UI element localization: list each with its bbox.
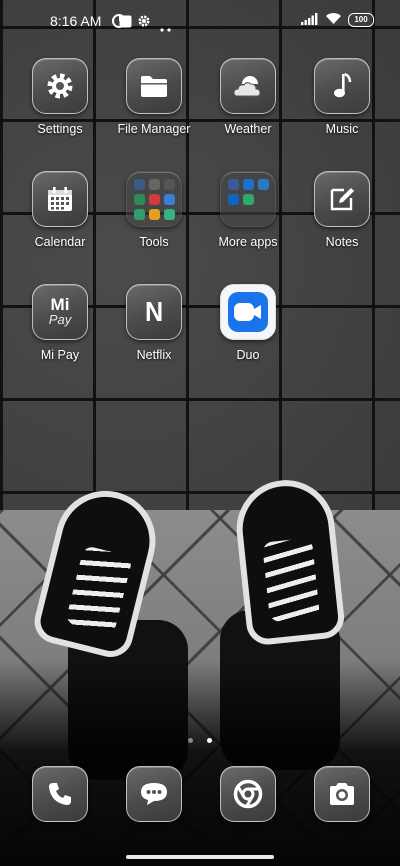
wifi-icon bbox=[325, 12, 342, 28]
app-label: Settings bbox=[37, 122, 83, 136]
mini-app-icon bbox=[133, 178, 145, 190]
folder-grid-icon bbox=[220, 171, 276, 227]
camera-icon bbox=[314, 766, 370, 822]
wallpaper-shade bbox=[0, 660, 400, 866]
mini-app-icon bbox=[257, 178, 269, 190]
notes-edit-icon bbox=[314, 171, 370, 227]
mi-pay-logo: Mi Pay bbox=[32, 284, 88, 340]
mini-app-icon bbox=[163, 193, 175, 205]
battery-level: 100 bbox=[354, 15, 368, 24]
music-note-icon bbox=[314, 58, 370, 114]
app-mi-pay[interactable]: Mi Pay Mi Pay bbox=[13, 284, 107, 362]
page-indicator bbox=[0, 730, 400, 748]
app-settings[interactable]: Settings bbox=[13, 58, 107, 136]
app-netflix[interactable]: N Netflix bbox=[107, 284, 201, 362]
app-label: Music bbox=[325, 122, 359, 136]
app-duo[interactable]: Duo bbox=[201, 284, 295, 362]
mini-app-icon bbox=[133, 208, 145, 220]
app-label: Notes bbox=[325, 235, 359, 249]
mi-pay-logo-mi: Mi bbox=[50, 295, 70, 314]
app-label: More apps bbox=[218, 235, 278, 249]
duo-video-icon bbox=[220, 284, 276, 340]
mini-app-icon bbox=[163, 178, 175, 190]
phone-icon bbox=[32, 766, 88, 822]
app-label: Mi Pay bbox=[40, 348, 80, 362]
page-dot-active[interactable] bbox=[207, 738, 213, 743]
mini-app-icon bbox=[258, 194, 269, 205]
app-notes[interactable]: Notes bbox=[295, 171, 389, 249]
calendar-icon bbox=[32, 171, 88, 227]
netflix-logo: N bbox=[126, 284, 182, 340]
mini-app-icon bbox=[163, 208, 175, 220]
dock-camera[interactable] bbox=[295, 766, 389, 822]
app-file-manager[interactable]: File Manager bbox=[107, 58, 201, 136]
message-bubble-icon bbox=[126, 766, 182, 822]
mini-app-icon bbox=[258, 209, 269, 220]
more-dots-icon bbox=[160, 19, 172, 35]
gear-small-icon bbox=[137, 14, 151, 31]
status-time: 8:16 AM bbox=[50, 13, 102, 29]
folder-more-apps[interactable]: More apps bbox=[201, 171, 295, 249]
battery-icon: 100 bbox=[348, 13, 374, 27]
page-dot[interactable] bbox=[187, 738, 193, 743]
app-calendar[interactable]: Calendar bbox=[13, 171, 107, 249]
mini-app-icon bbox=[243, 209, 254, 220]
dock-messages[interactable] bbox=[107, 766, 201, 822]
mini-app-icon bbox=[227, 178, 239, 190]
app-label: Duo bbox=[236, 348, 260, 362]
mini-app-icon bbox=[148, 208, 160, 220]
folder-grid-icon bbox=[126, 171, 182, 227]
home-indicator[interactable] bbox=[126, 855, 274, 859]
app-weather[interactable]: Weather bbox=[201, 58, 295, 136]
status-bar: 8:16 AM 100 bbox=[0, 0, 400, 44]
weather-icon bbox=[220, 58, 276, 114]
mini-app-icon bbox=[242, 178, 254, 190]
mini-app-icon bbox=[148, 178, 160, 190]
chrome-icon bbox=[220, 766, 276, 822]
mini-app-icon bbox=[228, 209, 239, 220]
mi-pay-logo-pay: Pay bbox=[48, 312, 72, 327]
signal-icon bbox=[301, 12, 319, 28]
folder-tools[interactable]: Tools bbox=[107, 171, 201, 249]
mini-app-icon bbox=[242, 193, 254, 205]
app-label: File Manager bbox=[117, 122, 191, 136]
app-label: Tools bbox=[139, 235, 169, 249]
mini-app-icon bbox=[227, 193, 239, 205]
folder-icon bbox=[126, 58, 182, 114]
app-label: Netflix bbox=[136, 348, 172, 362]
app-label: Weather bbox=[224, 122, 272, 136]
mini-app-icon bbox=[133, 193, 145, 205]
app-music[interactable]: Music bbox=[295, 58, 389, 136]
mini-app-icon bbox=[148, 193, 160, 205]
box-icon bbox=[119, 15, 132, 31]
dock-browser[interactable] bbox=[201, 766, 295, 822]
app-label: Calendar bbox=[34, 235, 86, 249]
dock-phone[interactable] bbox=[13, 766, 107, 822]
netflix-logo-letter: N bbox=[144, 296, 164, 327]
gear-icon bbox=[32, 58, 88, 114]
